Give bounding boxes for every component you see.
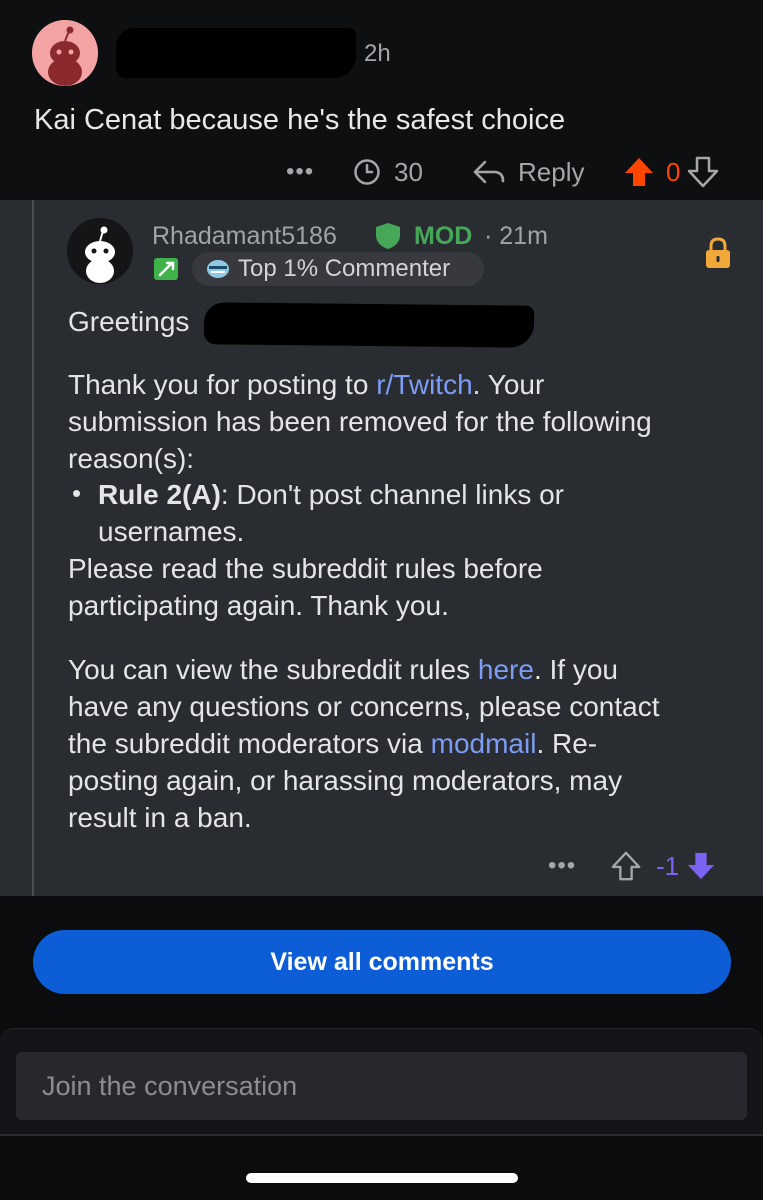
- mod-label: MOD: [414, 222, 473, 250]
- comment-count-button[interactable]: 30: [352, 150, 423, 194]
- reply-label: Reply: [518, 156, 585, 187]
- flair-sword-icon: [154, 258, 178, 280]
- comment-time: 2h: [364, 40, 391, 67]
- view-all-comments-button[interactable]: View all comments: [33, 930, 731, 994]
- reply-button[interactable]: Reply: [472, 150, 584, 194]
- snoo-avatar-icon[interactable]: [32, 20, 98, 86]
- home-indicator[interactable]: [246, 1173, 518, 1183]
- vote-group: 0: [622, 150, 720, 194]
- thread-line[interactable]: [32, 200, 34, 896]
- achievement-icon: [207, 260, 229, 278]
- modmail-link[interactable]: modmail: [431, 728, 537, 759]
- message-paragraph-2: Please read the subreddit rules before p…: [68, 553, 543, 621]
- top-comment: 2h Kai Cenat because he's the safest cho…: [0, 0, 763, 200]
- more-options-icon[interactable]: •••: [286, 150, 314, 194]
- subreddit-link[interactable]: r/Twitch: [376, 369, 472, 400]
- reply-arrow-icon: [473, 160, 505, 184]
- vote-count: -1: [656, 850, 680, 881]
- mod-username[interactable]: Rhadamant5186: [152, 222, 337, 251]
- comment-body: Kai Cenat because he's the safest choice: [34, 104, 566, 136]
- redacted-username: [203, 302, 535, 348]
- greeting-text: Greetings: [68, 306, 190, 337]
- composer-placeholder: Join the conversation: [42, 1070, 298, 1101]
- join-conversation-input[interactable]: Join the conversation: [16, 1052, 747, 1120]
- comment-time: · 21m: [484, 222, 548, 250]
- top-commenter-badge[interactable]: Top 1% Commenter: [192, 252, 484, 286]
- comment-count: 30: [394, 156, 423, 187]
- upvote-icon[interactable]: [622, 155, 656, 189]
- rules-link[interactable]: here: [478, 654, 534, 685]
- flair-label: Top 1% Commenter: [238, 255, 451, 282]
- downvote-icon[interactable]: [685, 850, 717, 882]
- more-options-icon[interactable]: •••: [548, 846, 576, 886]
- lock-icon: [706, 237, 730, 268]
- message-paragraph-3: You can view the subreddit rules here. I…: [68, 654, 660, 833]
- snoo-avatar-icon[interactable]: [67, 218, 133, 284]
- downvote-icon[interactable]: [686, 155, 720, 189]
- upvote-icon[interactable]: [610, 850, 642, 882]
- divider: [0, 1134, 763, 1136]
- rule-label: Rule 2(A): [98, 479, 221, 510]
- bullet-marker: •: [72, 478, 82, 508]
- redacted-username: [116, 28, 356, 78]
- message-paragraph-1: Thank you for posting to r/Twitch. Your …: [68, 369, 652, 474]
- vote-group: -1: [610, 846, 717, 886]
- comment-icon: [354, 159, 380, 185]
- mod-shield-icon: [376, 223, 400, 249]
- vote-count: 0: [666, 156, 681, 187]
- rule-list-item: Rule 2(A): Don't post channel links or u…: [98, 479, 564, 547]
